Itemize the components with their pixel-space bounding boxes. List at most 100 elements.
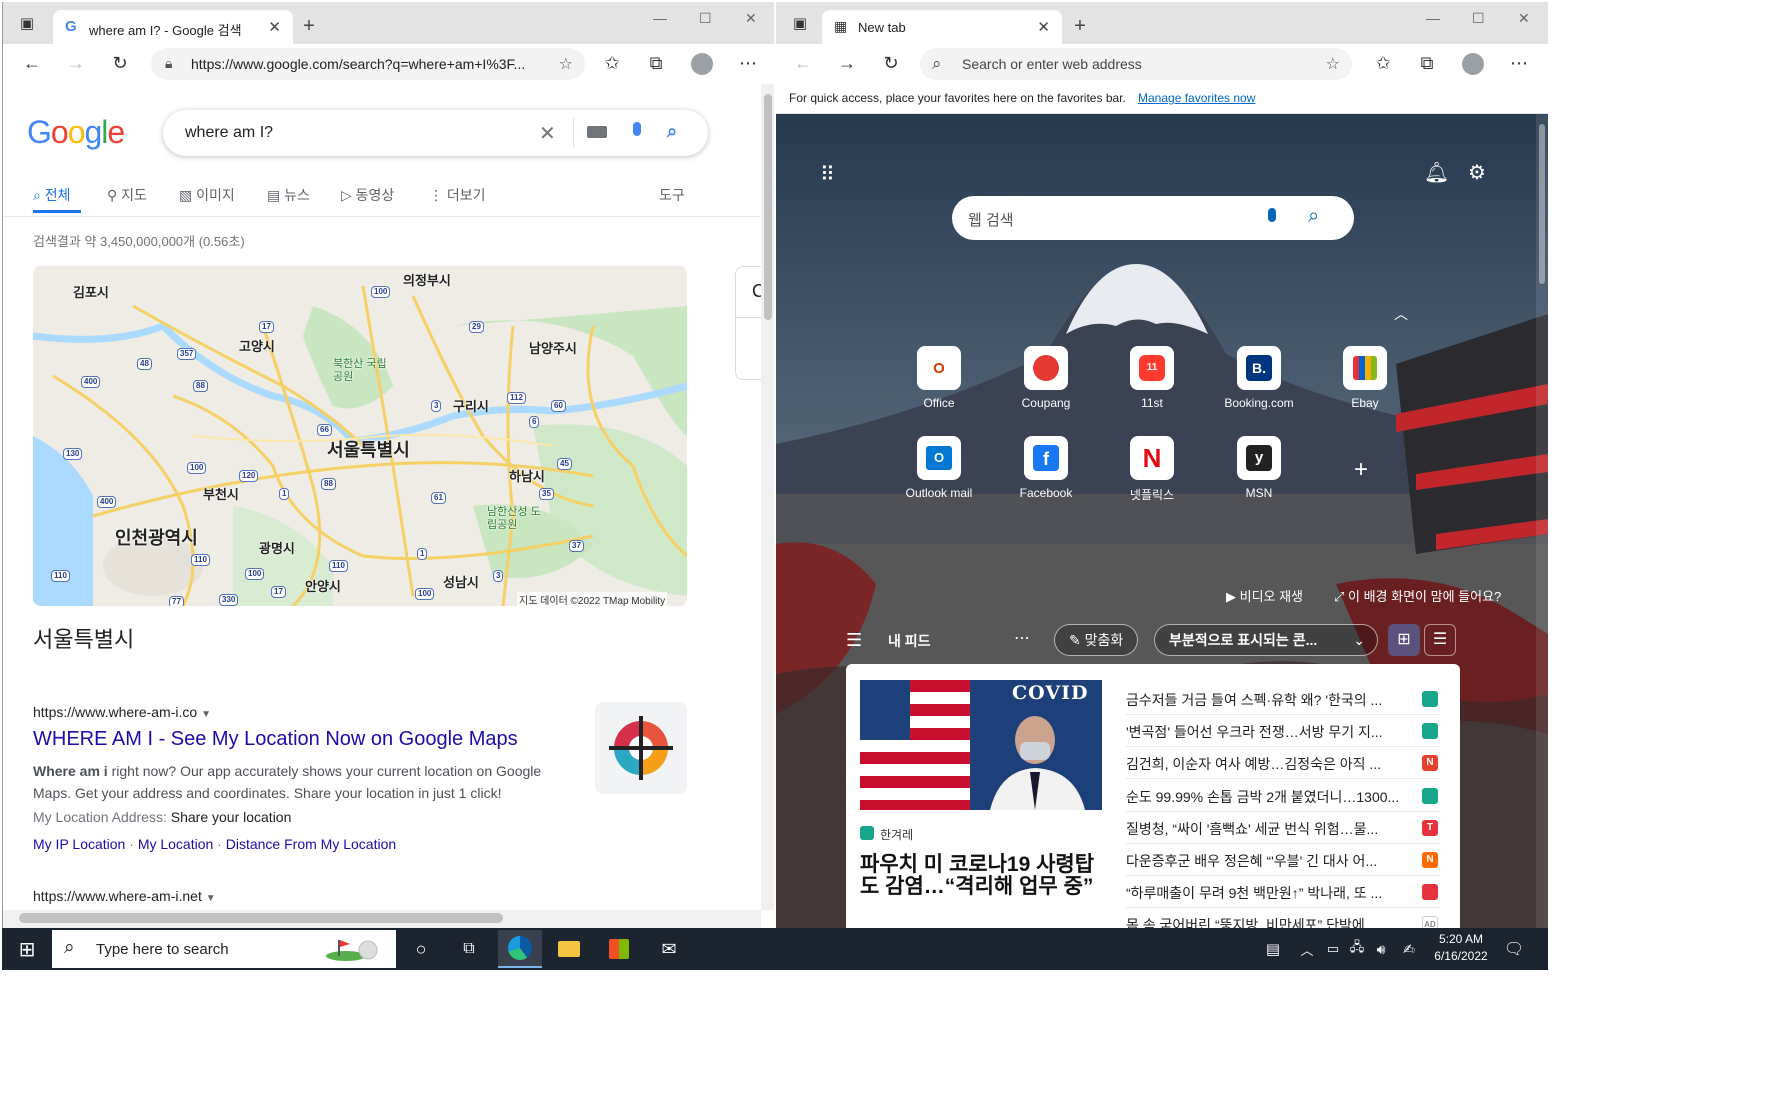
headline-item[interactable]: 질병청, “싸이 '흠뻑쇼' 세균 번식 위험…물... — [1126, 819, 1378, 839]
headline-item[interactable]: 김건희, 이순자 여사 예방…김정숙은 아직 ... — [1126, 754, 1381, 774]
headline-item[interactable]: 몸 속 굳어버린 “뚱지방, 비만세포” 단박에 ... — [1126, 915, 1380, 928]
caret-down-icon[interactable]: ▼ — [201, 709, 211, 720]
horizontal-scrollbar[interactable] — [3, 910, 761, 928]
scrollbar-thumb[interactable] — [19, 913, 503, 923]
favorites-icon[interactable]: ✩ — [1372, 53, 1394, 73]
forward-icon[interactable]: → — [65, 53, 87, 73]
headline-item[interactable]: “하루매출이 무려 9천 백만원↑” 박나래, 또 ... — [1126, 883, 1382, 903]
network-icon[interactable]: 🖧︎ — [1346, 930, 1368, 968]
show-hidden-icons[interactable]: ︿ — [1296, 930, 1318, 968]
back-icon[interactable]: ← — [21, 53, 43, 73]
add-favorite-icon[interactable]: ☆ — [1326, 54, 1340, 74]
meet-now-icon[interactable]: ▭ — [1322, 930, 1344, 968]
quick-link-ebay[interactable]: Ebay — [1315, 346, 1415, 410]
hero-image[interactable]: COVID — [860, 680, 1102, 810]
add-favorite-icon[interactable]: ☆ — [559, 54, 573, 74]
apps-launcher-icon[interactable]: ⠿ — [820, 162, 835, 187]
close-tab-icon[interactable]: ✕ — [268, 18, 281, 36]
tab-new-tab[interactable]: ▦ New tab ✕ — [822, 10, 1062, 44]
settings-icon[interactable]: ⚙ — [1468, 160, 1486, 185]
tab-images[interactable]: ▧ 이미지 — [179, 185, 235, 205]
quick-link-outlook[interactable]: O Outlook mail — [889, 436, 989, 500]
caret-down-icon[interactable]: ▼ — [206, 893, 216, 904]
keyboard-icon[interactable] — [587, 126, 607, 138]
favorites-icon[interactable]: ✩ — [601, 53, 623, 73]
sitelink-distance[interactable]: Distance From My Location — [226, 836, 396, 852]
headline-item[interactable]: 다운증후군 배우 정은혜 “'우블' 긴 대사 어... — [1126, 851, 1377, 871]
headline-item[interactable]: 순도 99.99% 손톱 금박 2개 붙였더니…1300... — [1126, 787, 1399, 807]
microsoft-store-icon[interactable] — [602, 930, 636, 968]
maximize-icon[interactable]: ☐ — [1472, 10, 1485, 27]
tab-all[interactable]: ⌕ 전체 — [33, 185, 71, 205]
close-window-icon[interactable]: ✕ — [745, 10, 757, 27]
tab-actions-icon[interactable]: ▣ — [17, 14, 37, 34]
google-search-box[interactable]: where am I? ✕ ⌕ — [163, 110, 708, 156]
address-bar[interactable]: 🔒︎ https://www.google.com/search?q=where… — [151, 48, 585, 80]
start-windows-icon[interactable]: ⊞ — [10, 930, 44, 968]
result-site-url[interactable]: https://www.where-am-i.net ▼ — [33, 888, 216, 904]
collections-icon[interactable]: ⧉ — [645, 53, 667, 73]
file-explorer-icon[interactable] — [552, 930, 586, 968]
clear-search-icon[interactable]: ✕ — [539, 121, 556, 146]
quick-link-office[interactable]: O Office — [889, 346, 989, 410]
search-icon[interactable]: ⌕ — [667, 121, 677, 142]
like-background-button[interactable]: ⤢ 이 배경 화면이 맘에 들어요? — [1334, 586, 1501, 605]
result-thumbnail[interactable] — [595, 702, 687, 794]
cortana-icon[interactable]: ○ — [404, 930, 438, 968]
vertical-scrollbar[interactable] — [1536, 114, 1548, 928]
refresh-icon[interactable]: ↻ — [880, 53, 902, 73]
quick-link-11st[interactable]: 11 11st — [1102, 346, 1202, 410]
headline-item[interactable]: 금수저들 거금 들여 스펙·유학 왜? '한국의 ... — [1126, 690, 1382, 710]
search-query[interactable]: where am I? — [185, 124, 273, 142]
add-quick-link-icon[interactable]: + — [1354, 456, 1368, 484]
more-options-icon[interactable]: ⋯ — [737, 53, 759, 73]
play-video-button[interactable]: ▶ 비디오 재생 — [1226, 586, 1303, 605]
voice-search-icon[interactable] — [633, 122, 641, 136]
more-options-icon[interactable]: ⋯ — [1508, 53, 1530, 73]
new-tab-icon[interactable]: + — [299, 16, 319, 36]
tab-more[interactable]: ⋮ 더보기 — [429, 185, 486, 205]
hero-headline[interactable]: 파우치 미 코로나19 사령탑 도 감염…“격리해 업무 중” — [860, 854, 1110, 898]
volume-icon[interactable]: 🔊︎ — [1370, 930, 1392, 968]
collapse-icon[interactable]: ︿ — [1394, 304, 1408, 324]
vertical-scrollbar[interactable] — [761, 84, 774, 910]
grid-view-icon[interactable]: ⊞ — [1388, 624, 1420, 656]
quick-link-facebook[interactable]: f Facebook — [996, 436, 1096, 500]
personalize-button[interactable]: ✎ 맞춤화 — [1054, 624, 1139, 656]
quick-link-msn[interactable]: y MSN — [1209, 436, 1309, 500]
sitelink-ip-location[interactable]: My IP Location — [33, 836, 125, 852]
mail-icon[interactable]: ✉ — [652, 930, 686, 968]
profile-avatar[interactable] — [691, 53, 713, 75]
list-view-icon[interactable]: ☰ — [1424, 624, 1456, 656]
address-bar[interactable]: ⌕ Search or enter web address ☆ — [920, 48, 1352, 80]
result-site-url[interactable]: https://www.where-am-i.co ▼ — [33, 704, 211, 720]
headline-item[interactable]: '변곡점' 들어선 우크라 전쟁…서방 무기 지... — [1126, 722, 1383, 742]
scrollbar-thumb[interactable] — [1539, 124, 1545, 284]
task-view-icon[interactable]: ⧉ — [452, 930, 486, 968]
map-preview[interactable]: 의정부시 김포시 고양시 남양주시 북한산 국립공원 구리시 서울특별시 하남시… — [33, 266, 687, 606]
tab-maps[interactable]: ⚲ 지도 — [107, 185, 147, 205]
feed-title[interactable]: 내 피드 — [888, 631, 931, 651]
pen-ink-icon[interactable]: ✍ — [1398, 930, 1420, 968]
back-icon[interactable]: ← — [792, 53, 814, 73]
scrollbar-thumb[interactable] — [764, 94, 772, 320]
new-tab-icon[interactable]: + — [1070, 16, 1090, 36]
quick-link-coupang[interactable]: Coupang — [996, 346, 1096, 410]
maximize-icon[interactable]: ☐ — [699, 10, 712, 27]
close-window-icon[interactable]: ✕ — [1518, 10, 1530, 27]
tab-news[interactable]: ▤ 뉴스 — [267, 185, 310, 205]
minimize-icon[interactable]: — — [653, 10, 667, 26]
feed-menu-icon[interactable]: ☰ — [846, 630, 862, 651]
quick-link-netflix[interactable]: N 넷플릭스 — [1102, 436, 1202, 503]
tab-videos[interactable]: ▷ 동영상 — [341, 185, 394, 205]
sitelink-my-location[interactable]: My Location — [138, 836, 213, 852]
close-tab-icon[interactable]: ✕ — [1037, 18, 1050, 36]
refresh-icon[interactable]: ↻ — [109, 53, 131, 73]
voice-search-icon[interactable] — [1268, 208, 1276, 222]
edge-taskbar-icon[interactable] — [498, 930, 542, 968]
minimize-icon[interactable]: — — [1426, 10, 1440, 26]
content-filter-dropdown[interactable]: 부분적으로 표시되는 콘... ⌄ — [1154, 624, 1378, 656]
collections-icon[interactable]: ⧉ — [1416, 53, 1438, 73]
notifications-icon[interactable]: 🔔︎ — [1424, 160, 1449, 185]
profile-avatar[interactable] — [1462, 53, 1484, 75]
